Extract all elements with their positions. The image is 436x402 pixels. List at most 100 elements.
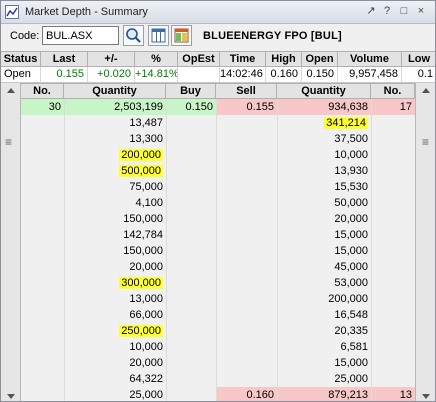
depth-row[interactable]: 142,784 15,000 (21, 227, 415, 243)
depth-row[interactable]: 13,487 341,214 (21, 115, 415, 131)
buy-price-cell (166, 355, 216, 371)
search-button[interactable] (123, 25, 144, 46)
ask-no-cell (371, 339, 415, 355)
ask-quantity-cell: 15,530 (277, 179, 371, 195)
ask-quantity-cell: 45,000 (277, 259, 371, 275)
bid-quantity-cell-value: 25,000 (129, 389, 163, 401)
close-icon[interactable]: × (414, 4, 428, 19)
depth-row[interactable]: 75,000 15,530 (21, 179, 415, 195)
depth-row[interactable]: 20,000 15,000 (21, 355, 415, 371)
bid-quantity-cell-value: 13,300 (129, 133, 163, 145)
layout-button[interactable] (171, 25, 192, 46)
popout-icon[interactable]: ↗ (364, 4, 378, 19)
depth-row[interactable]: 30 2,503,199 0.150 0.155 934,638 17 (21, 99, 415, 115)
buy-price-cell (166, 259, 216, 275)
ask-quantity-cell-value: 50,000 (334, 197, 368, 209)
sell-price-cell (216, 179, 277, 195)
bid-no-cell (21, 163, 64, 179)
ask-quantity-cell-value: 10,000 (334, 149, 368, 161)
code-label: Code: (10, 30, 40, 42)
header-bid-no[interactable]: No. (21, 84, 64, 98)
summary-header-last[interactable]: Last (41, 52, 88, 66)
buy-price-cell (166, 307, 216, 323)
buy-price-cell (166, 115, 216, 131)
right-scroll-bar[interactable]: ≡ (415, 83, 435, 401)
depth-row[interactable]: 250,000 20,335 (21, 323, 415, 339)
bid-no-cell (21, 323, 64, 339)
bid-no-cell (21, 131, 64, 147)
columns-button[interactable] (148, 25, 169, 46)
summary-header-opest[interactable]: OpEst (178, 52, 220, 66)
summary-time: 14:02:46 (220, 67, 266, 82)
depth-row[interactable]: 500,000 13,930 (21, 163, 415, 179)
summary-status: Open (1, 67, 41, 82)
sell-price-cell (216, 211, 277, 227)
header-bid-quantity[interactable]: Quantity (64, 84, 166, 98)
buy-price-cell (166, 323, 216, 339)
header-sell[interactable]: Sell (216, 84, 277, 98)
summary-header-low[interactable]: Low (402, 52, 435, 66)
left-scroll-bar[interactable]: ≡ (1, 83, 21, 401)
summary-header-time[interactable]: Time (220, 52, 266, 66)
left-grip-icon[interactable]: ≡ (5, 135, 12, 149)
bid-quantity-cell-value: 75,000 (129, 181, 163, 193)
column-divider (277, 99, 278, 401)
depth-row[interactable]: 200,000 10,000 (21, 147, 415, 163)
title-bar[interactable]: Market Depth - Summary ↗ ? □ × (1, 1, 435, 24)
depth-row[interactable]: 66,000 16,548 (21, 307, 415, 323)
ask-no-cell (371, 227, 415, 243)
sell-price-cell (216, 131, 277, 147)
sell-price-cell (216, 195, 277, 211)
right-grip-icon[interactable]: ≡ (422, 135, 429, 149)
depth-row[interactable]: 150,000 15,000 (21, 243, 415, 259)
sell-price-cell: 0.160 (216, 387, 277, 401)
buy-price-cell (166, 147, 216, 163)
code-input[interactable] (42, 26, 119, 45)
bid-quantity-cell: 200,000 (64, 147, 166, 163)
ask-quantity-cell: 13,930 (277, 163, 371, 179)
depth-row[interactable]: 25,000 0.160 879,213 13 (21, 387, 415, 401)
sell-price-cell (216, 147, 277, 163)
depth-table: ≡ No. Quantity Buy Sell Quantity No. 30 2… (1, 83, 435, 401)
column-divider (166, 99, 167, 401)
bid-quantity-cell: 20,000 (64, 355, 166, 371)
ask-quantity-cell: 50,000 (277, 195, 371, 211)
depth-row[interactable]: 20,000 45,000 (21, 259, 415, 275)
summary-header-open[interactable]: Open (302, 52, 338, 66)
ask-quantity-cell: 37,500 (277, 131, 371, 147)
scroll-down-arrow-icon[interactable] (7, 394, 15, 399)
summary-header-volume[interactable]: Volume (338, 52, 402, 66)
header-buy[interactable]: Buy (166, 84, 216, 98)
depth-row[interactable]: 13,000 200,000 (21, 291, 415, 307)
bid-quantity-cell: 13,487 (64, 115, 166, 131)
right-scroll-down-arrow-icon[interactable] (422, 394, 430, 399)
buy-price-cell (166, 195, 216, 211)
depth-row[interactable]: 150,000 20,000 (21, 211, 415, 227)
search-icon (126, 28, 141, 43)
depth-row[interactable]: 4,100 50,000 (21, 195, 415, 211)
maximize-icon[interactable]: □ (397, 4, 411, 19)
help-icon[interactable]: ? (380, 4, 394, 19)
summary-header-status[interactable]: Status (1, 52, 41, 66)
ask-no-cell (371, 195, 415, 211)
buy-price-cell (166, 275, 216, 291)
depth-row[interactable]: 10,000 6,581 (21, 339, 415, 355)
depth-row[interactable]: 300,000 53,000 (21, 275, 415, 291)
ask-no-cell-value: 13 (399, 389, 412, 401)
scroll-up-arrow-icon[interactable] (7, 88, 15, 93)
depth-row[interactable]: 13,300 37,500 (21, 131, 415, 147)
depth-row[interactable]: 64,322 25,000 (21, 371, 415, 387)
summary-header-pct[interactable]: % (135, 52, 178, 66)
ask-quantity-cell: 10,000 (277, 147, 371, 163)
ask-no-cell (371, 243, 415, 259)
right-scroll-up-arrow-icon[interactable] (422, 88, 430, 93)
ask-no-cell (371, 163, 415, 179)
buy-price-cell-value: 0.150 (185, 101, 213, 113)
bid-quantity-cell-value: 20,000 (129, 357, 163, 369)
summary-open: 0.150 (302, 67, 338, 82)
header-ask-no[interactable]: No. (371, 84, 415, 98)
summary-header-high[interactable]: High (266, 52, 302, 66)
summary-header-change[interactable]: +/- (88, 52, 135, 66)
ask-quantity-cell: 200,000 (277, 291, 371, 307)
header-ask-quantity[interactable]: Quantity (277, 84, 371, 98)
